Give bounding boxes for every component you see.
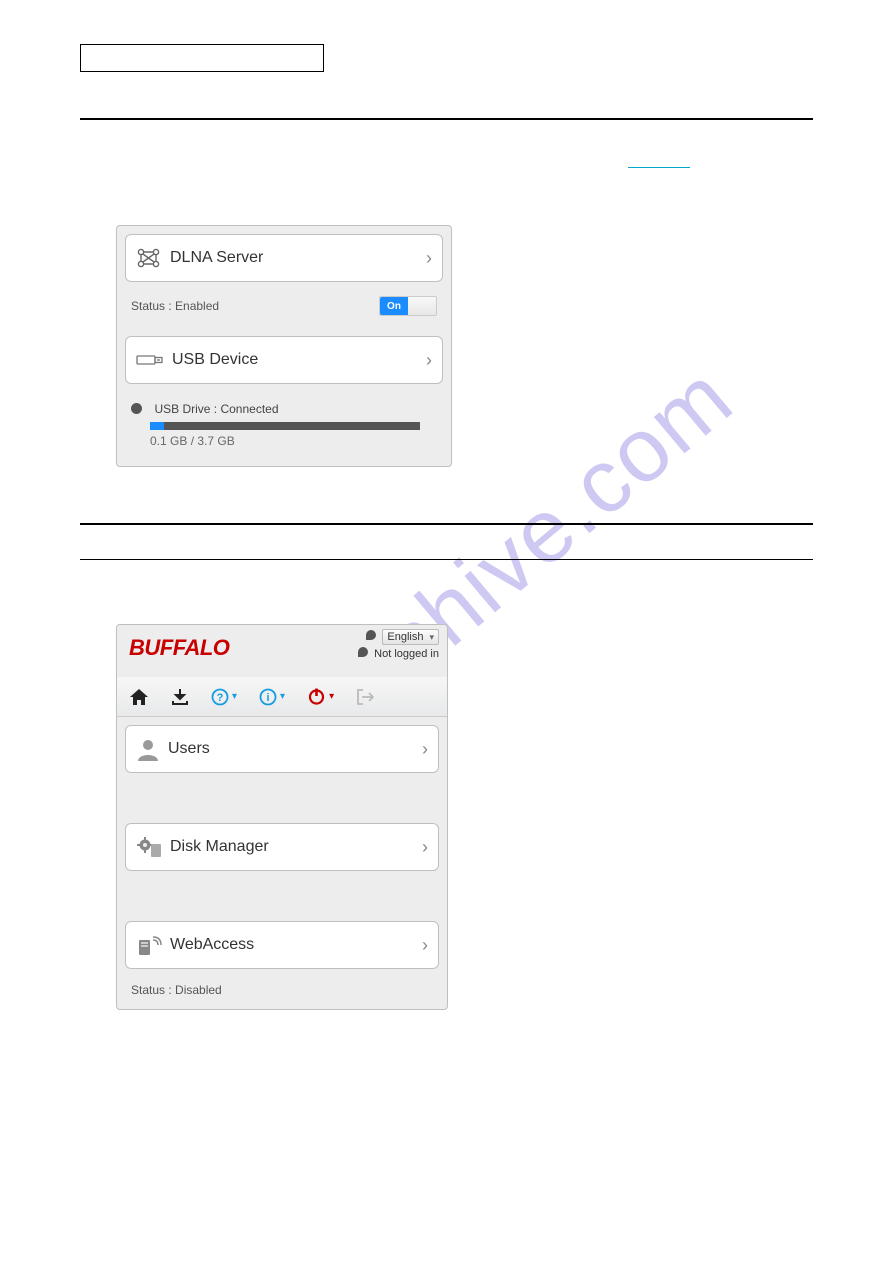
usb-capacity-fill — [150, 422, 164, 430]
usb-status-dot-icon — [131, 403, 142, 414]
section-link[interactable] — [628, 154, 690, 168]
webaccess-status-area: Status : Disabled — [117, 977, 447, 1009]
settings-panel-dlna-usb: DLNA Server › Status : Enabled On USB De… — [116, 225, 452, 467]
user-icon — [136, 737, 160, 761]
help-icon[interactable]: ? ▾ — [211, 688, 237, 706]
chevron-right-icon: › — [422, 837, 428, 858]
chevron-right-icon: › — [426, 248, 432, 269]
dropdown-arrow-icon: ▾ — [280, 691, 285, 702]
usb-status-area: USB Drive : Connected 0.1 GB / 3.7 GB — [117, 392, 451, 466]
buffalo-admin-panel: BUFFALO English ▾ Not logged in — [116, 624, 448, 1010]
webaccess-row[interactable]: WebAccess › — [125, 921, 439, 969]
power-icon[interactable]: ▾ — [307, 687, 334, 706]
gear-disk-icon — [136, 836, 162, 858]
dlna-status-label: Status : Enabled — [131, 299, 219, 313]
dlna-title: DLNA Server — [170, 249, 263, 267]
login-status: Not logged in — [374, 648, 439, 660]
panel-topbar: BUFFALO English ▾ Not logged in — [117, 625, 447, 677]
disk-title: Disk Manager — [170, 838, 269, 856]
usb-device-row[interactable]: USB Device › — [125, 336, 443, 384]
divider-1 — [80, 118, 813, 120]
header-empty-box — [80, 44, 324, 72]
users-title: Users — [168, 740, 210, 758]
dlna-toggle[interactable]: On — [379, 296, 437, 316]
svg-text:i: i — [267, 692, 270, 704]
dlna-status-area: Status : Enabled On — [117, 290, 451, 328]
disk-sub-area — [117, 879, 447, 913]
user-mini-icon — [358, 647, 368, 657]
users-row[interactable]: Users › — [125, 725, 439, 773]
usb-capacity-bar — [150, 422, 420, 430]
router-icon — [136, 934, 162, 956]
dropdown-arrow-icon: ▾ — [329, 691, 334, 702]
download-icon[interactable] — [171, 688, 189, 706]
chevron-right-icon: › — [422, 739, 428, 760]
language-select[interactable]: English ▾ — [382, 629, 439, 645]
home-icon[interactable] — [129, 688, 149, 706]
webaccess-status-label: Status : Disabled — [131, 983, 222, 997]
brand-logo: BUFFALO — [129, 635, 229, 661]
divider-2 — [80, 523, 813, 525]
svg-text:?: ? — [217, 692, 224, 704]
chevron-right-icon: › — [422, 935, 428, 956]
info-icon[interactable]: i ▾ — [259, 688, 285, 706]
dlna-server-row[interactable]: DLNA Server › — [125, 234, 443, 282]
divider-3 — [80, 559, 813, 560]
usb-title: USB Device — [172, 351, 258, 369]
usb-size-label: 0.1 GB / 3.7 GB — [150, 434, 437, 448]
dropdown-arrow-icon: ▾ — [429, 632, 434, 643]
panel-toolbar: ? ▾ i ▾ ▾ — [117, 677, 447, 717]
toggle-on-label: On — [380, 297, 408, 315]
disk-manager-row[interactable]: Disk Manager › — [125, 823, 439, 871]
dropdown-arrow-icon: ▾ — [232, 691, 237, 702]
user-mini-icon — [366, 630, 376, 640]
logout-icon[interactable] — [356, 688, 374, 706]
usb-icon — [136, 353, 164, 367]
usb-drive-label: USB Drive : Connected — [154, 402, 278, 416]
users-sub-area — [117, 781, 447, 815]
webaccess-title: WebAccess — [170, 936, 254, 954]
language-value: English — [387, 631, 423, 643]
dlna-icon — [136, 247, 162, 269]
chevron-right-icon: › — [426, 350, 432, 371]
